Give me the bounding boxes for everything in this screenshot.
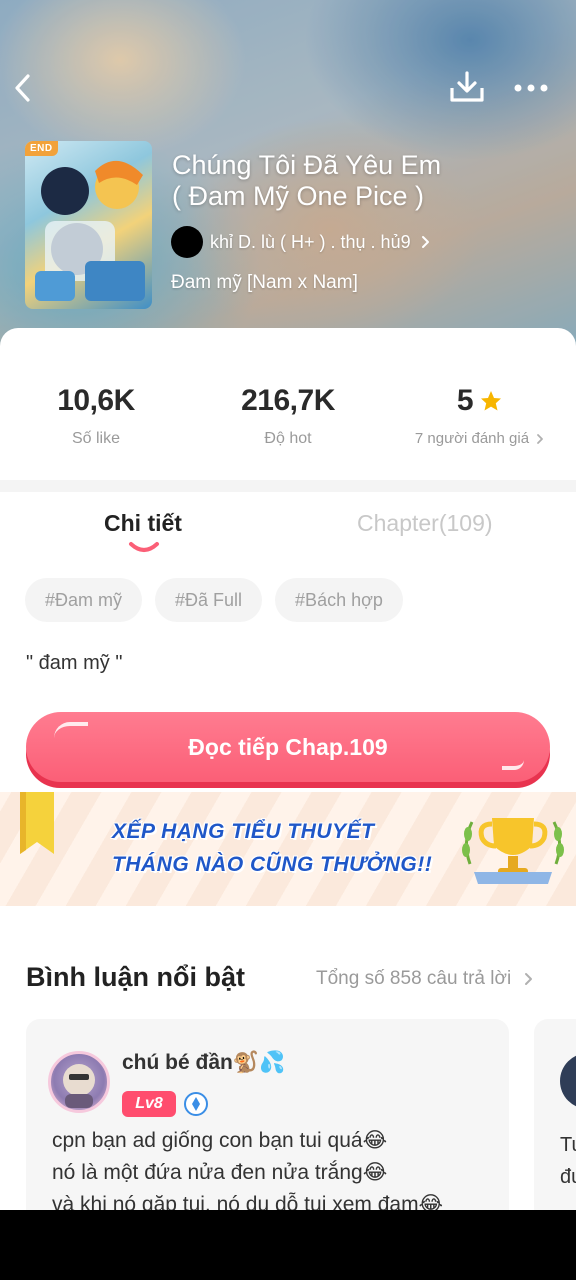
bookmark-ribbon-icon: [20, 792, 54, 854]
tag-list: #Đam mỹ #Đã Full #Bách hợp: [25, 578, 403, 622]
author-avatar: [171, 226, 203, 258]
continue-reading-button[interactable]: Đọc tiếp Chap.109: [26, 712, 550, 788]
tab-indicator: [129, 542, 159, 552]
hot-label: Độ hot: [264, 430, 312, 447]
system-navigation-bar: [0, 1210, 576, 1280]
rating-row: 5: [405, 384, 555, 418]
back-button[interactable]: [6, 70, 42, 106]
stats-card: 10,6K Số like 216,7K Độ hot 5 7 người đá…: [0, 328, 576, 480]
comment-line: Tu: [560, 1134, 576, 1156]
avatar-image: [63, 1064, 95, 1108]
author-link[interactable]: khỉ D. lù ( H+ ) . thụ . hủ9: [171, 226, 433, 258]
comments-total-link[interactable]: Tổng số 858 câu trả lời: [316, 968, 533, 990]
tab-bar: Chi tiết Chapter(109): [0, 492, 576, 562]
download-button[interactable]: [448, 68, 486, 106]
book-genre: Đam mỹ [Nam x Nam]: [171, 272, 358, 293]
more-button[interactable]: [510, 70, 552, 106]
chevron-right-icon: [537, 433, 543, 444]
comment-line: và khi nó gặp tui, nó dụ dỗ tui xem đam😂: [52, 1193, 444, 1210]
download-icon: [450, 71, 484, 102]
rating-value: 5: [456, 384, 474, 417]
comments-total-label: Tổng số 858 câu trả lời: [316, 968, 512, 989]
banner-line-2: THÁNG NÀO CŨNG THƯỞNG!!: [112, 853, 433, 876]
book-title: Chúng Tôi Đã Yêu Em ( Đam Mỹ One Pice ): [172, 150, 552, 212]
chevron-right-icon: [525, 973, 533, 985]
tag-chip[interactable]: #Đã Full: [155, 578, 263, 622]
comment-text: Tu đu: [560, 1129, 576, 1193]
stat-hot: 216,7K Độ hot: [222, 384, 354, 448]
level-badge: Lv8: [122, 1091, 176, 1117]
book-title-line2: ( Đam Mỹ One Pice ): [172, 181, 425, 211]
hot-value: 216,7K: [241, 384, 335, 417]
author-name: khỉ D. lù ( H+ ) . thụ . hủ9: [210, 231, 411, 252]
book-detail-screen: END Chúng Tôi Đã Yêu Em ( Đam Mỹ One Pic…: [0, 0, 576, 1210]
section-divider: [0, 480, 576, 492]
book-cover[interactable]: END: [25, 141, 152, 309]
rating-label-row: 7 người đánh giá: [405, 430, 555, 447]
banner-line-1: XẾP HẠNG TIỂU THUYẾT: [112, 820, 375, 843]
likes-value: 10,6K: [57, 384, 135, 417]
avatar[interactable]: [48, 1051, 110, 1113]
rating-count-label: 7 người đánh giá: [414, 430, 530, 447]
tab-detail[interactable]: Chi tiết: [104, 510, 182, 537]
shield-icon: [184, 1092, 208, 1116]
comment-username[interactable]: chú bé đần🐒💦: [122, 1051, 285, 1075]
chevron-left-icon: [15, 74, 30, 102]
stat-likes: 10,6K Số like: [40, 384, 152, 448]
end-badge: END: [25, 141, 58, 156]
tag-chip[interactable]: #Bách hợp: [275, 578, 403, 622]
tag-chip[interactable]: #Đam mỹ: [25, 578, 143, 622]
comment-text: cpn bạn ad giống con bạn tui quá😂 nó là …: [52, 1125, 492, 1210]
continue-reading-label: Đọc tiếp Chap.109: [188, 733, 388, 760]
avatar[interactable]: [560, 1053, 576, 1109]
stat-rating[interactable]: 5 7 người đánh giá: [405, 384, 555, 447]
comment-line: cpn bạn ad giống con bạn tui quá😂: [52, 1129, 388, 1152]
star-icon: [481, 391, 502, 411]
comment-card[interactable]: chú bé đần🐒💦 Lv8 cpn bạn ad giống con bạ…: [26, 1019, 509, 1210]
comment-card[interactable]: Tu đu: [534, 1019, 576, 1210]
featured-comments-title: Bình luận nổi bật: [26, 962, 245, 992]
book-title-line1: Chúng Tôi Đã Yêu Em: [172, 150, 442, 180]
tab-chapter[interactable]: Chapter(109): [357, 510, 493, 537]
chevron-right-icon: [421, 236, 429, 248]
book-description: " đam mỹ ": [26, 652, 123, 674]
comment-line: nó là một đứa nửa đen nửa trắng😂: [52, 1161, 388, 1184]
likes-label: Số like: [71, 430, 121, 447]
comment-line: đu: [560, 1166, 576, 1188]
cover-art: [35, 160, 145, 301]
more-horizontal-icon: [514, 84, 548, 92]
trophy-icon: [462, 818, 564, 884]
